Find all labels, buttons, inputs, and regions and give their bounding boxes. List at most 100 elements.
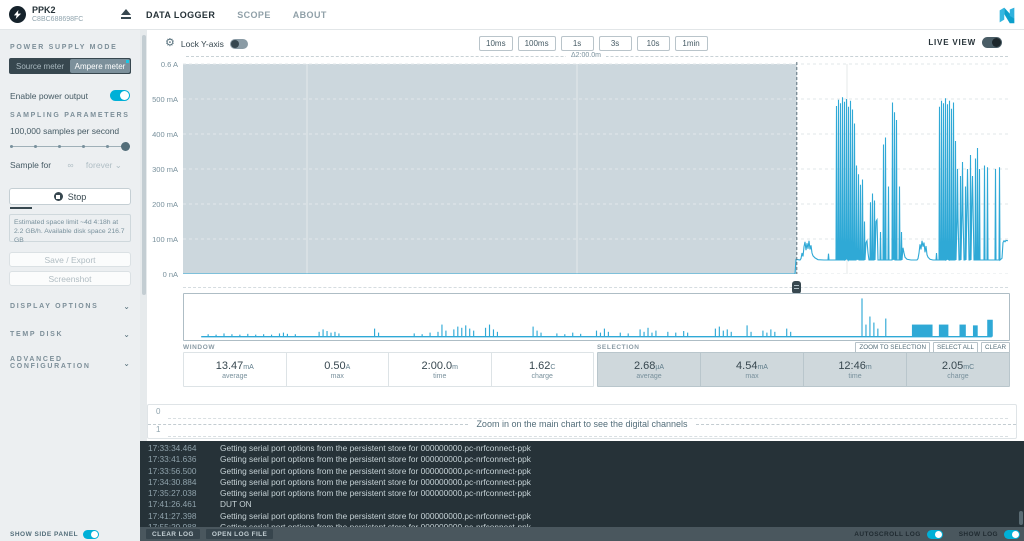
device-serial: C8BC688698FC xyxy=(32,16,84,23)
autoscroll-log-toggle[interactable] xyxy=(926,529,943,539)
stat-cell-time: 12:46m time xyxy=(803,353,906,386)
window-span-label: Δ2:00.0m xyxy=(566,52,606,59)
time-window-buttons: 10ms 100ms 1s 3s 10s 1min xyxy=(479,36,708,51)
digital-channel-0-label: 0 xyxy=(156,407,161,416)
section-display-options[interactable]: DISPLAY OPTIONS ⌄ xyxy=(10,302,130,311)
stat-value: 2.05mC xyxy=(941,359,975,372)
stat-value: 4.54mA xyxy=(736,359,768,372)
y-tick-label: 300 mA xyxy=(152,165,178,174)
log-entry: 17:34:30.884 Getting serial port options … xyxy=(140,477,1016,488)
y-tick-label: 100 mA xyxy=(152,235,178,244)
tab-scope[interactable]: SCOPE xyxy=(237,10,271,20)
window-stats-panel: 13.47mA average 0.50A max 2:00.0m time 1.62C ch… xyxy=(183,352,594,387)
app-window: PPK2 C8BC688698FC DATA LOGGER SCOPE ABOU… xyxy=(0,0,1024,541)
log-message: Getting serial port options from the per… xyxy=(220,454,531,465)
log-message: Getting serial port options from the per… xyxy=(220,465,531,476)
sample-for-value[interactable]: ∞ xyxy=(67,160,73,170)
tab-data-logger[interactable]: DATA LOGGER xyxy=(146,10,215,20)
x-axis-line xyxy=(183,287,1008,288)
y-tick-label: 200 mA xyxy=(152,200,178,209)
tab-about[interactable]: ABOUT xyxy=(293,10,327,20)
status-bar-right: CLEAR LOG OPEN LOG FILE AUTOSCROLL LOG S… xyxy=(140,527,1024,541)
digital-channels-panel: 0 1 Zoom in on the main chart to see the… xyxy=(147,404,1017,439)
eject-device-icon[interactable] xyxy=(120,9,132,20)
ampere-meter-button[interactable]: Ampere meter xyxy=(70,59,130,73)
show-side-panel-toggle[interactable] xyxy=(83,529,100,539)
digital-channels-message: Zoom in on the main chart to see the dig… xyxy=(476,419,688,429)
timeline-minimap[interactable] xyxy=(183,293,1010,341)
stat-caption: charge xyxy=(531,372,553,380)
lock-y-axis-label: Lock Y-axis xyxy=(180,38,224,49)
recording-progress-indicator xyxy=(10,207,32,209)
sampling-parameters-title: SAMPLING PARAMETERS xyxy=(10,112,130,119)
y-tick-label: 400 mA xyxy=(152,130,178,139)
stat-caption: max xyxy=(330,372,344,380)
stat-value: 1.62C xyxy=(529,359,556,372)
current-chart[interactable] xyxy=(183,62,1008,274)
log-message: Getting serial port options from the per… xyxy=(220,443,531,453)
stat-caption: max xyxy=(745,372,759,380)
selection-stats-panel: 2.68µA average 4.54mA max 12:46m time 2.05mC ch… xyxy=(597,352,1010,387)
log-message: Getting serial port options from the per… xyxy=(220,476,531,487)
stat-cell-time: 2:00.0m time xyxy=(388,353,491,386)
gear-icon[interactable]: ⚙ xyxy=(165,38,175,49)
stat-cell-charge: 2.05mC charge xyxy=(906,353,1009,386)
meter-mode-group: Source meter Ampere meter xyxy=(9,58,131,74)
autoscroll-log-label: AUTOSCROLL LOG xyxy=(854,530,921,538)
stat-cell-charge: 1.62C charge xyxy=(490,353,594,386)
ampere-meter-indicator-dot xyxy=(126,60,129,63)
sample-for-unit-dropdown[interactable]: forever ⌄ xyxy=(86,160,122,170)
stat-cell-max: 0.50A max xyxy=(285,353,389,386)
stop-button[interactable]: Stop xyxy=(9,188,131,205)
log-entry: 17:41:27.398 Getting serial port options … xyxy=(140,511,1016,522)
log-entries: 17:33:34.464 Getting serial port options … xyxy=(140,443,1016,527)
time-window-button-1s[interactable]: 1s xyxy=(560,36,594,51)
live-view-toggle[interactable] xyxy=(982,37,1002,48)
lock-y-axis-toggle[interactable] xyxy=(229,38,248,49)
log-entry: 17:41:26.461 DUT ON xyxy=(140,499,1016,510)
log-panel: 17:33:34.464 Getting serial port options … xyxy=(140,441,1024,527)
log-timestamp: 17:34:30.884 xyxy=(148,476,197,487)
tab-bar: DATA LOGGER SCOPE ABOUT xyxy=(146,0,327,30)
device-name: PPK2 xyxy=(32,5,56,15)
live-view-control: LIVE VIEW xyxy=(928,37,1002,48)
log-entry: 17:33:41.636 Getting serial port options … xyxy=(140,454,1016,465)
time-window-button-3s[interactable]: 3s xyxy=(598,36,632,51)
time-window-button-10s[interactable]: 10s xyxy=(636,36,670,51)
stat-caption: average xyxy=(636,372,662,380)
time-window-button-10ms[interactable]: 10ms xyxy=(479,36,513,51)
sample-rate-slider[interactable] xyxy=(10,142,130,152)
stop-icon xyxy=(53,192,63,201)
clear-log-button[interactable]: CLEAR LOG xyxy=(146,529,200,539)
show-log-toggle[interactable] xyxy=(1004,529,1020,539)
stat-cell-average: 2.68µA average xyxy=(598,353,700,386)
screenshot-button[interactable]: Screenshot xyxy=(9,271,131,286)
sample-rate-label: 100,000 samples per second xyxy=(10,126,120,136)
log-timestamp: 17:33:34.464 xyxy=(148,443,197,453)
stat-cell-max: 4.54mA max xyxy=(700,353,803,386)
stat-caption: time xyxy=(433,372,447,380)
section-temp-disk[interactable]: TEMP DISK ⌄ xyxy=(10,330,130,339)
log-scrollbar[interactable] xyxy=(1019,511,1023,525)
stat-caption: time xyxy=(848,372,862,380)
source-meter-button[interactable]: Source meter xyxy=(10,59,70,73)
power-supply-mode-title: POWER SUPPLY MODE xyxy=(10,44,118,51)
save-export-button[interactable]: Save / Export xyxy=(9,252,131,267)
section-advanced-configuration[interactable]: ADVANCED CONFIGURATION ⌄ xyxy=(10,356,130,370)
status-bar-left: SHOW SIDE PANEL xyxy=(0,527,140,541)
time-window-button-100ms[interactable]: 100ms xyxy=(517,36,556,51)
device-logo xyxy=(9,6,26,23)
slider-handle[interactable] xyxy=(121,142,130,151)
window-panel-label: WINDOW xyxy=(183,344,216,351)
enable-power-output-label: Enable power output xyxy=(10,90,88,101)
stat-value: 0.50A xyxy=(324,359,351,372)
log-timestamp: 17:41:27.398 xyxy=(148,510,197,521)
chevron-down-icon: ⌄ xyxy=(123,302,130,311)
log-message: Getting serial port options from the per… xyxy=(220,510,531,521)
open-log-file-button[interactable]: OPEN LOG FILE xyxy=(205,529,274,539)
log-timestamp: 17:33:56.500 xyxy=(148,465,197,476)
log-message: DUT ON xyxy=(220,499,252,510)
side-panel: POWER SUPPLY MODE Source meter Ampere me… xyxy=(0,30,140,527)
enable-power-output-toggle[interactable] xyxy=(110,90,130,101)
time-window-button-1min[interactable]: 1min xyxy=(674,36,708,51)
